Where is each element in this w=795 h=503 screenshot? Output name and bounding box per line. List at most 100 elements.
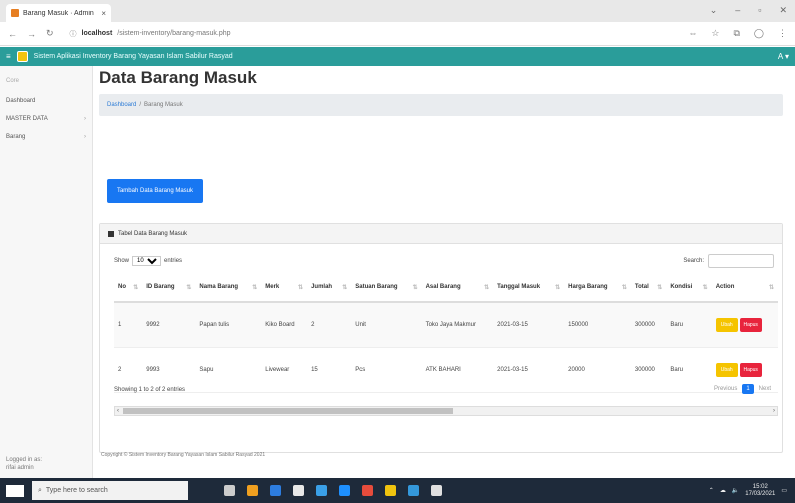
column-header[interactable]: Total ⇅ (630, 274, 667, 303)
horizontal-scrollbar[interactable]: ‹ › (114, 406, 778, 416)
minimize-icon[interactable]: – (735, 5, 740, 16)
column-header[interactable]: Nama Barang ⇅ (195, 274, 262, 303)
table-cell: Kiko Board (261, 302, 308, 348)
taskbar-search[interactable]: ⌕ Type here to search (32, 481, 188, 500)
table-cell: Livewear (261, 347, 308, 393)
chevron-right-icon: › (84, 116, 86, 122)
url-path: /sistem-inventory/barang-masuk.php (117, 30, 231, 37)
browser-tab[interactable]: Barang Masuk · Admin × (6, 4, 111, 22)
pagination-previous[interactable]: Previous (711, 384, 740, 394)
app-icon[interactable] (408, 485, 419, 496)
breadcrumb-dashboard-link[interactable]: Dashboard (107, 102, 136, 108)
pagination-next[interactable]: Next (756, 384, 774, 394)
column-header[interactable]: No ⇅ (114, 274, 143, 303)
table-cell: Unit (351, 302, 422, 348)
sidebar-item-master-data[interactable]: MASTER DATA › (0, 110, 92, 128)
scroll-left-icon[interactable]: ‹ (117, 408, 119, 414)
sidebar-item-label: Barang (6, 134, 26, 140)
edit-button[interactable]: Ubah (715, 318, 738, 332)
sidebar-toggle-icon[interactable]: ≡ (6, 52, 11, 61)
edit-button[interactable]: Ubah (715, 363, 738, 377)
scroll-thumb[interactable] (123, 408, 453, 414)
table-cell: Baru (666, 347, 712, 393)
column-header[interactable]: Asal Barang ⇅ (421, 274, 494, 303)
column-header[interactable]: Jumlah ⇅ (307, 274, 352, 303)
menu-icon[interactable]: ⋮ (778, 28, 787, 39)
profile-icon[interactable]: ⌄ (710, 5, 718, 16)
notification-icon[interactable]: ▭ (781, 487, 787, 494)
explorer-app-icon[interactable] (385, 485, 396, 496)
sort-icon: ⇅ (186, 285, 192, 291)
windows-start-icon[interactable] (6, 484, 24, 497)
table-cell: 2021-03-15 (493, 347, 565, 393)
data-table-card: Tabel Data Barang Masuk Show 10 entries … (99, 223, 783, 453)
breadcrumb-current: Barang Masuk (144, 102, 183, 108)
sort-icon: ⇅ (484, 285, 490, 291)
entries-label: entries (164, 258, 183, 264)
app-icon[interactable] (431, 485, 442, 496)
column-header[interactable]: Action ⇅ (711, 274, 778, 303)
window-controls: ⌄ – ▫ ✕ (710, 5, 787, 16)
column-header[interactable]: Tanggal Masuk ⇅ (493, 274, 565, 303)
table-cell: Sapu (195, 347, 262, 393)
task-view-icon[interactable] (224, 485, 235, 496)
table-search: Search: (683, 254, 774, 268)
table-info: Showing 1 to 2 of 2 entries (114, 387, 186, 393)
column-header[interactable]: Kondisi ⇅ (666, 274, 712, 303)
column-header[interactable]: ID Barang ⇅ (142, 274, 196, 303)
sort-icon: ⇅ (412, 285, 418, 291)
star-icon[interactable]: ☆ (711, 28, 719, 39)
sidebar: Core Dashboard MASTER DATA › Barang › Lo… (0, 66, 93, 478)
edge-app-icon[interactable] (316, 485, 327, 496)
app-icon[interactable] (362, 485, 373, 496)
sort-icon: ⇅ (252, 285, 258, 291)
table-cell: 15 (307, 347, 352, 393)
profile-avatar-icon[interactable]: ◯ (754, 28, 764, 39)
network-icon[interactable]: ☁ (720, 487, 726, 494)
browser-app-icon[interactable] (247, 485, 258, 496)
table-cell: 1 (114, 302, 143, 348)
app-icon[interactable] (293, 485, 304, 496)
clock-time: 15:02 (752, 483, 768, 490)
table-cell: 2 (307, 302, 352, 348)
search-icon: ⌕ (38, 486, 42, 494)
scroll-right-icon[interactable]: › (773, 408, 775, 414)
forward-arrow-icon[interactable]: → (27, 29, 36, 39)
column-header[interactable]: Harga Barang ⇅ (564, 274, 631, 303)
close-window-icon[interactable]: ✕ (779, 5, 787, 16)
delete-button[interactable]: Hapus (739, 318, 762, 332)
column-header[interactable]: Merk ⇅ (261, 274, 308, 303)
sidebar-item-barang[interactable]: Barang › (0, 128, 92, 146)
sort-icon: ⇅ (298, 285, 304, 291)
url-host: localhost (81, 30, 113, 37)
zoom-icon[interactable]: ⇔ (688, 28, 697, 39)
clock[interactable]: 15:02 17/03/2021 (745, 484, 775, 498)
taskbar-apps (224, 485, 442, 496)
extensions-icon[interactable]: ⧉ (733, 28, 739, 39)
tab-close-icon[interactable]: × (101, 9, 106, 18)
column-header[interactable]: Satuan Barang ⇅ (351, 274, 422, 303)
vscode-app-icon[interactable] (339, 485, 350, 496)
pagination-page-1[interactable]: 1 (742, 384, 754, 394)
url-field[interactable]: ⓘ localhost /sistem-inventory/barang-mas… (64, 26, 679, 42)
maximize-icon[interactable]: ▫ (758, 5, 761, 16)
tray-arrow-icon[interactable]: ⌃ (709, 487, 714, 494)
search-input[interactable] (708, 254, 774, 268)
entries-select[interactable]: 10 (132, 256, 162, 266)
breadcrumb: Dashboard / Barang Masuk (99, 94, 783, 116)
table-cell: 300000 (630, 302, 667, 348)
card-title: Tabel Data Barang Masuk (118, 230, 188, 237)
sidebar-item-dashboard[interactable]: Dashboard (0, 92, 92, 110)
back-arrow-icon[interactable]: ← (8, 29, 17, 39)
sort-icon: ⇅ (702, 285, 708, 291)
add-barang-masuk-button[interactable]: Tambah Data Barang Masuk (107, 179, 203, 203)
data-table: No ⇅ ID Barang ⇅ Nama Barang ⇅ Merk ⇅ Jumlah… (114, 274, 778, 393)
user-icon: A (777, 52, 783, 61)
volume-icon[interactable]: 🔈 (732, 487, 739, 494)
user-menu[interactable]: A ▾ (778, 52, 789, 61)
reload-icon[interactable]: ↻ (46, 28, 54, 39)
app-navbar: ≡ Sistem Aplikasi Inventory Barang Yayas… (0, 47, 795, 66)
store-app-icon[interactable] (270, 485, 281, 496)
delete-button[interactable]: Hapus (739, 363, 762, 377)
info-icon[interactable]: ⓘ (70, 29, 77, 39)
